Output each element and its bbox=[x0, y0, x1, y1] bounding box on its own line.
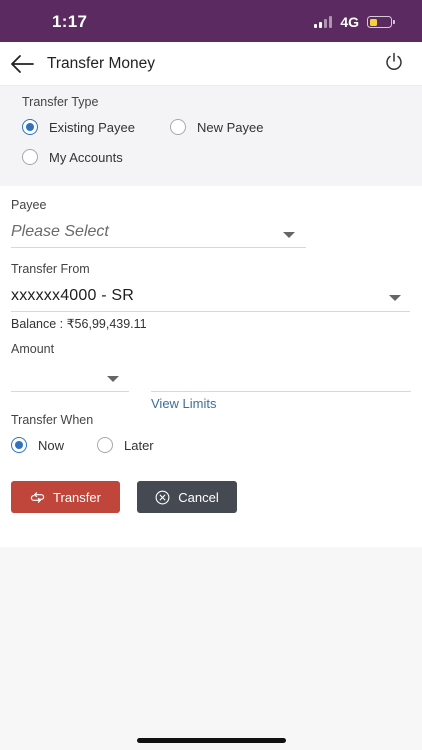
radio-my-accounts[interactable]: My Accounts bbox=[22, 149, 123, 165]
currency-select[interactable] bbox=[11, 362, 129, 392]
transfer-from-select[interactable]: xxxxxx4000 - SR bbox=[11, 282, 410, 312]
status-bar: 1:17 4G bbox=[0, 0, 422, 42]
payee-select[interactable]: Please Select bbox=[11, 218, 306, 248]
chevron-down-icon bbox=[389, 295, 401, 301]
balance-value: ₹56,99,439.11 bbox=[66, 317, 147, 331]
battery-icon bbox=[367, 16, 395, 28]
status-indicators: 4G bbox=[314, 14, 395, 30]
transfer-from-value: xxxxxx4000 - SR bbox=[11, 287, 135, 304]
chevron-down-icon bbox=[107, 376, 119, 382]
amount-label: Amount bbox=[11, 342, 55, 356]
radio-button[interactable] bbox=[97, 437, 113, 453]
radio-label: Later bbox=[124, 437, 154, 453]
cellular-signal-icon bbox=[314, 16, 333, 28]
transfer-form: Payee Please Select Transfer From xxxxxx… bbox=[0, 186, 422, 547]
battery-fill bbox=[369, 18, 377, 26]
balance-label: Balance : bbox=[11, 317, 64, 331]
radio-button[interactable] bbox=[170, 119, 186, 135]
network-type: 4G bbox=[340, 14, 359, 30]
radio-later[interactable]: Later bbox=[97, 437, 154, 453]
radio-now[interactable]: Now bbox=[11, 437, 64, 453]
close-circle-icon bbox=[155, 490, 170, 504]
transfer-type-label: Transfer Type bbox=[22, 95, 99, 109]
balance-line: Balance : ₹56,99,439.11 bbox=[11, 316, 147, 331]
transfer-when-label: Transfer When bbox=[11, 413, 94, 427]
radio-button[interactable] bbox=[22, 119, 38, 135]
app-header: Transfer Money bbox=[0, 42, 422, 86]
radio-label: Existing Payee bbox=[49, 119, 135, 135]
cancel-button-label: Cancel bbox=[178, 489, 219, 505]
view-limits-link[interactable]: View Limits bbox=[151, 396, 217, 411]
payee-placeholder: Please Select bbox=[11, 223, 109, 240]
radio-button[interactable] bbox=[22, 149, 38, 165]
status-time: 1:17 bbox=[52, 12, 88, 31]
transfer-from-label: Transfer From bbox=[11, 262, 90, 276]
radio-label: New Payee bbox=[197, 119, 264, 135]
radio-label: My Accounts bbox=[49, 149, 123, 165]
transfer-button-label: Transfer bbox=[53, 489, 101, 505]
chevron-down-icon bbox=[283, 232, 295, 238]
transfer-button[interactable]: Transfer bbox=[11, 481, 120, 513]
radio-new-payee[interactable]: New Payee bbox=[170, 119, 263, 135]
radio-label: Now bbox=[38, 437, 65, 453]
arrow-left-icon[interactable] bbox=[10, 54, 34, 74]
transfer-arrows-icon bbox=[30, 491, 45, 503]
power-icon[interactable] bbox=[384, 52, 404, 72]
transfer-type-section: Transfer Type Existing Payee New Payee M… bbox=[0, 86, 422, 186]
cancel-button[interactable]: Cancel bbox=[137, 481, 237, 513]
radio-button[interactable] bbox=[11, 437, 27, 453]
payee-label: Payee bbox=[11, 198, 47, 212]
amount-input[interactable] bbox=[151, 372, 411, 392]
page-title: Transfer Money bbox=[47, 55, 155, 72]
home-indicator[interactable] bbox=[137, 738, 286, 743]
radio-existing-payee[interactable]: Existing Payee bbox=[22, 119, 135, 135]
